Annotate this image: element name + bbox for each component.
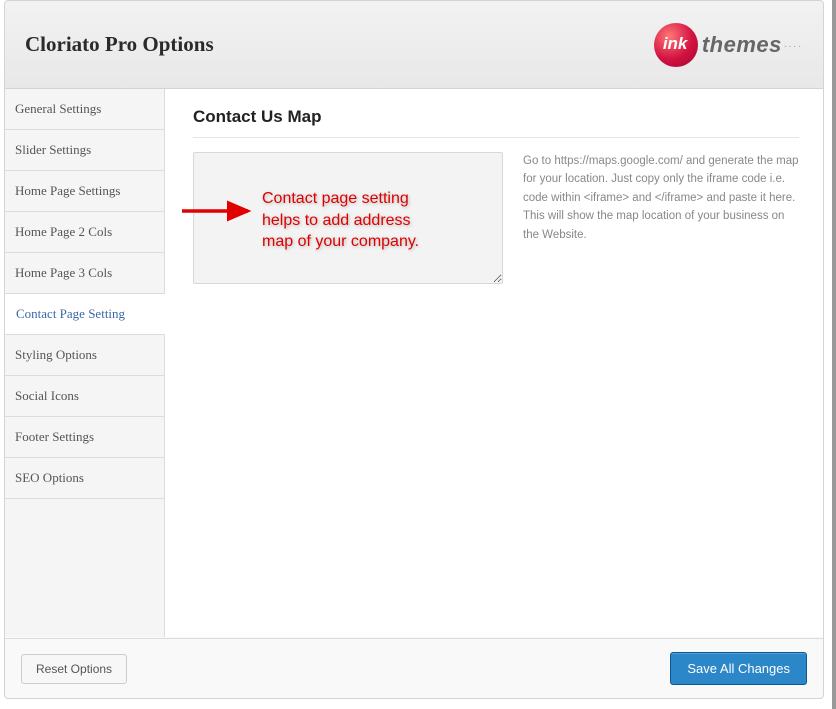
brand-suffix: themes (702, 32, 782, 58)
section-title: Contact Us Map (193, 107, 799, 138)
ink-logo-icon (654, 23, 698, 67)
sidebar-item-general-settings[interactable]: General Settings (5, 89, 164, 130)
sidebar-item-label: Home Page 2 Cols (15, 224, 112, 239)
map-iframe-textarea[interactable] (193, 152, 503, 284)
field-row: Go to https://maps.google.com/ and gener… (193, 152, 799, 284)
sidebar-item-contact-page-setting[interactable]: Contact Page Setting (5, 294, 166, 335)
help-text: Go to https://maps.google.com/ and gener… (523, 152, 799, 244)
panel-header: Cloriato Pro Options themes .... (5, 1, 823, 89)
reset-button[interactable]: Reset Options (21, 654, 127, 684)
sidebar-item-home-page-3-cols[interactable]: Home Page 3 Cols (5, 253, 164, 294)
sidebar-item-label: Styling Options (15, 347, 97, 362)
sidebar-item-label: Social Icons (15, 388, 79, 403)
options-panel: Cloriato Pro Options themes .... General… (4, 0, 824, 699)
brand-dots: .... (784, 39, 803, 50)
page-title: Cloriato Pro Options (25, 32, 214, 57)
sidebar-item-label: Home Page 3 Cols (15, 265, 112, 280)
sidebar-item-social-icons[interactable]: Social Icons (5, 376, 164, 417)
sidebar-item-home-page-settings[interactable]: Home Page Settings (5, 171, 164, 212)
sidebar-item-label: SEO Options (15, 470, 84, 485)
sidebar: General Settings Slider Settings Home Pa… (5, 89, 165, 637)
panel-footer: Reset Options Save All Changes (5, 638, 823, 698)
content-row: General Settings Slider Settings Home Pa… (5, 89, 823, 637)
sidebar-item-label: Slider Settings (15, 142, 91, 157)
save-button[interactable]: Save All Changes (670, 652, 807, 685)
main-content: Contact Us Map Go to https://maps.google… (165, 89, 823, 637)
brand-logo: themes .... (654, 23, 803, 67)
sidebar-item-label: Contact Page Setting (16, 306, 125, 321)
sidebar-item-footer-settings[interactable]: Footer Settings (5, 417, 164, 458)
sidebar-item-label: Home Page Settings (15, 183, 120, 198)
sidebar-item-seo-options[interactable]: SEO Options (5, 458, 164, 499)
sidebar-item-home-page-2-cols[interactable]: Home Page 2 Cols (5, 212, 164, 253)
sidebar-item-slider-settings[interactable]: Slider Settings (5, 130, 164, 171)
sidebar-item-label: Footer Settings (15, 429, 94, 444)
sidebar-item-label: General Settings (15, 101, 101, 116)
sidebar-item-styling-options[interactable]: Styling Options (5, 335, 164, 376)
